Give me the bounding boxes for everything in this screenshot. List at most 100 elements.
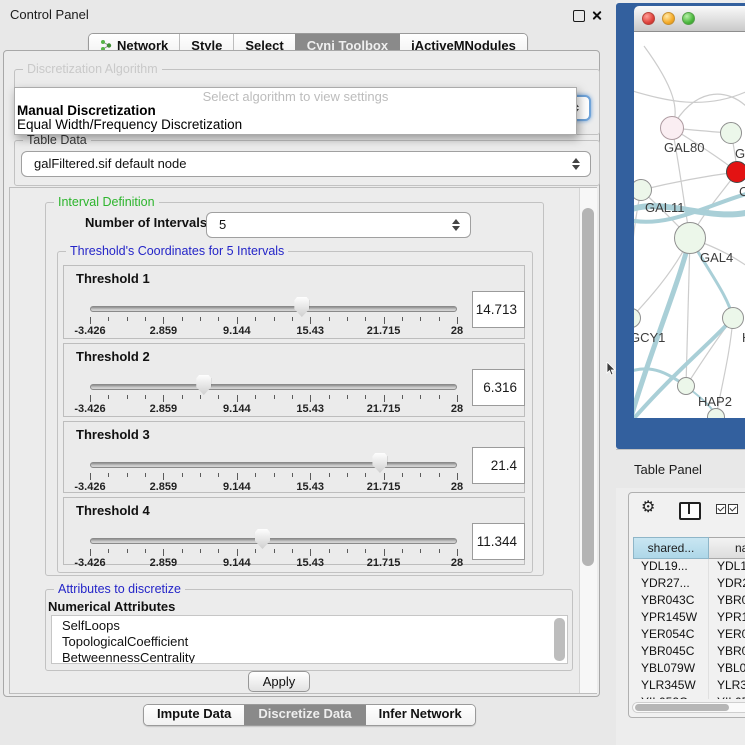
table-cell-name: YBL079W — [709, 661, 745, 678]
horizontal-scrollbar[interactable] — [632, 702, 745, 713]
mouse-cursor-icon — [606, 362, 617, 377]
close-window-button[interactable] — [642, 12, 655, 25]
slider-thumb[interactable] — [196, 375, 211, 395]
table-row[interactable]: YPR145WYPR145W — [633, 610, 745, 627]
slider-tick — [457, 395, 458, 402]
horizontal-scrollbar-thumb[interactable] — [635, 704, 729, 711]
algorithm-dropdown-popup: Select algorithm to view settings Manual… — [14, 87, 577, 135]
number-of-intervals-label: Number of Intervals — [85, 215, 207, 230]
number-of-intervals-spinner[interactable]: 5 — [206, 212, 471, 238]
float-window-icon[interactable] — [573, 10, 585, 22]
close-icon[interactable] — [591, 10, 602, 21]
minimize-window-button[interactable] — [662, 12, 675, 25]
threshold-label: Threshold 2 — [76, 349, 150, 364]
slider-tick — [108, 395, 109, 399]
numerical-attributes-list[interactable]: SelfLoopsTopologicalCoefficientBetweenne… — [51, 615, 568, 664]
slider-track[interactable] — [90, 384, 457, 390]
network-node[interactable] — [660, 116, 684, 140]
table-row[interactable]: YBL079WYBL079W — [633, 661, 745, 678]
slider-tick — [274, 317, 275, 321]
table-row[interactable]: YLR345WYLR345W — [633, 678, 745, 695]
slider-tick — [237, 395, 238, 402]
table-row[interactable]: YBR045CYBR045C — [633, 644, 745, 661]
column-header-name[interactable]: na — [709, 537, 745, 559]
network-node[interactable] — [720, 122, 742, 144]
threshold-value-field[interactable]: 11.344 — [472, 523, 525, 560]
attribute-list-item[interactable]: SelfLoops — [52, 616, 567, 634]
slider-tick-label: 2.859 — [133, 325, 193, 337]
checkbox-icon — [728, 504, 738, 514]
slider-tick — [182, 317, 183, 321]
tab-discretize-data[interactable]: Discretize Data — [244, 705, 364, 725]
slider-tick-label: 9.144 — [207, 557, 267, 569]
slider-thumb[interactable] — [255, 529, 270, 549]
table-cell-shared-name: YIL052C — [633, 695, 709, 699]
column-header-shared-name[interactable]: shared... — [633, 537, 709, 559]
threshold-value-field[interactable]: 6.316 — [472, 369, 525, 406]
slider-tick-label: 21.715 — [354, 403, 414, 415]
network-window-titlebar[interactable] — [634, 6, 745, 32]
attribute-list-item[interactable]: BetweennessCentrality — [52, 650, 567, 664]
table-row[interactable]: YIL052CYIL052C — [633, 695, 745, 699]
vertical-scrollbar[interactable] — [579, 188, 597, 693]
table-cell-shared-name: YBR045C — [633, 644, 709, 661]
attribute-list-item[interactable]: TopologicalCoefficient — [52, 634, 567, 650]
network-node[interactable] — [677, 377, 695, 395]
slider-tick — [420, 549, 421, 553]
slider-tick — [402, 317, 403, 321]
slider-tick — [347, 473, 348, 477]
table-data-combobox[interactable]: galFiltered.sif default node — [21, 151, 591, 177]
slider-tick — [145, 473, 146, 477]
dropdown-item-equal-width-frequency[interactable]: Equal Width/Frequency Discretization — [17, 118, 242, 132]
slider-tick-label: 21.715 — [354, 557, 414, 569]
split-columns-icon[interactable] — [679, 502, 701, 520]
zoom-window-button[interactable] — [682, 12, 695, 25]
slider-tick — [457, 473, 458, 480]
slider-tick — [90, 473, 91, 480]
threshold-value-field[interactable]: 21.4 — [472, 447, 525, 484]
checkbox-icon — [716, 504, 726, 514]
network-view-window[interactable]: GAL80GACGAL11GAL4GCY1HHAP2 — [616, 3, 745, 449]
table-row[interactable]: YBR043CYBR043C — [633, 593, 745, 610]
table-panel-title: Table Panel — [634, 462, 702, 477]
slider-tick — [402, 473, 403, 477]
slider-track[interactable] — [90, 538, 457, 544]
slider-tick-label: 2.859 — [133, 481, 193, 493]
table-row[interactable]: YER054CYER054C — [633, 627, 745, 644]
slider-tick — [420, 395, 421, 399]
network-node[interactable] — [722, 307, 744, 329]
table-row[interactable]: YDL19...YDL19... — [633, 559, 745, 576]
tab-infer-network[interactable]: Infer Network — [365, 705, 475, 725]
threshold-box: Threshold 3-3.4262.8599.14415.4321.71528… — [63, 421, 525, 493]
table-row[interactable]: YDR27...YDR27... — [633, 576, 745, 593]
slider-tick — [274, 395, 275, 399]
slider-tick — [218, 473, 219, 477]
slider-tick — [200, 473, 201, 477]
combobox-arrows-icon — [572, 157, 581, 171]
slider-track[interactable] — [90, 306, 457, 312]
threshold-value-field[interactable]: 14.713 — [472, 291, 525, 328]
apply-button[interactable]: Apply — [248, 671, 310, 692]
slider-thumb[interactable] — [294, 297, 309, 317]
settings-viewport: Interval Definition Number of Intervals … — [10, 188, 579, 693]
network-node[interactable] — [726, 161, 745, 183]
dropdown-item-manual-discretization[interactable]: Manual Discretization — [17, 104, 156, 118]
slider-thumb[interactable] — [372, 453, 387, 473]
gear-icon[interactable]: ⚙ — [641, 499, 655, 517]
tab-impute-data[interactable]: Impute Data — [144, 705, 244, 725]
list-scrollbar-thumb[interactable] — [554, 618, 565, 661]
vertical-scrollbar-thumb[interactable] — [582, 208, 594, 566]
network-canvas[interactable]: GAL80GACGAL11GAL4GCY1HHAP2 — [634, 32, 745, 418]
slider-tick-label: -3.426 — [60, 325, 120, 337]
slider-tick-label: 21.715 — [354, 325, 414, 337]
list-scrollbar[interactable] — [554, 618, 565, 661]
slider-tick — [163, 549, 164, 556]
select-columns-icon[interactable] — [716, 504, 738, 514]
table-cell-shared-name: YER054C — [633, 627, 709, 644]
group-label: Interval Definition — [54, 195, 159, 209]
table-cell-shared-name: YDR27... — [633, 576, 709, 593]
slider-tick — [329, 473, 330, 477]
slider-tick — [200, 317, 201, 321]
slider-tick — [182, 473, 183, 477]
slider-track[interactable] — [90, 462, 457, 468]
